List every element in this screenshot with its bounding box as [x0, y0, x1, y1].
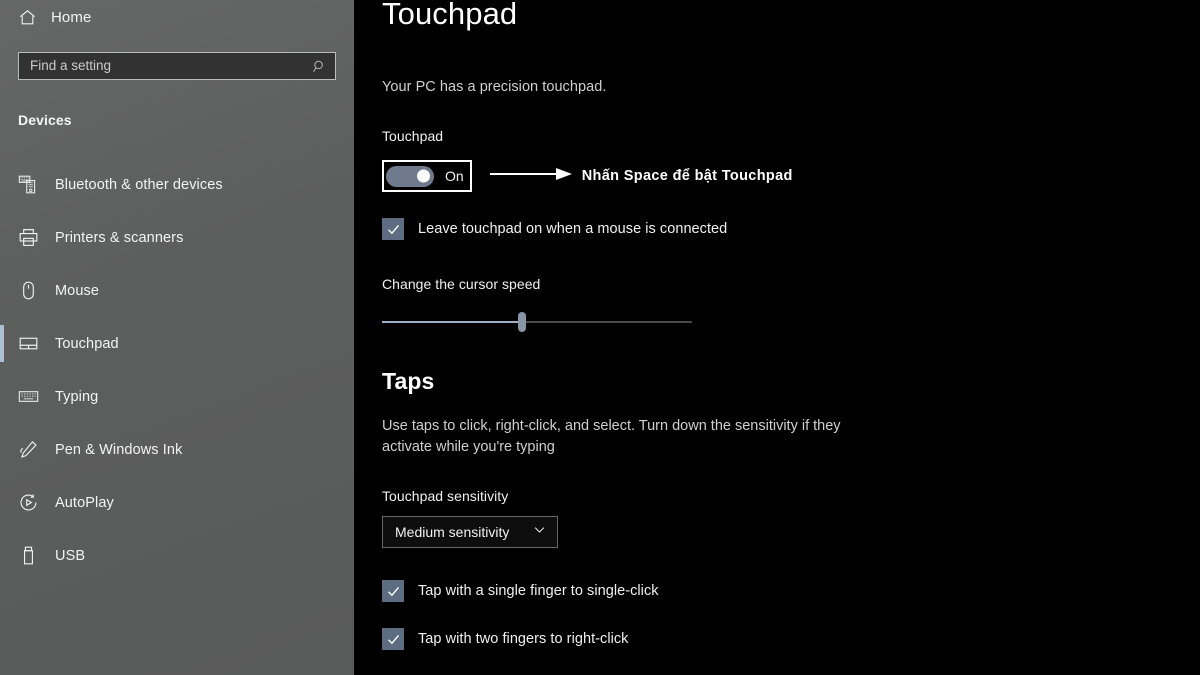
sidebar-item-typing[interactable]: Typing: [0, 370, 354, 423]
sidebar-item-label: Touchpad: [55, 335, 119, 352]
sidebar-item-label: Bluetooth & other devices: [55, 176, 223, 193]
sidebar-item-bluetooth-other-devices[interactable]: Bluetooth & other devices: [0, 158, 354, 211]
sidebar-item-label: Typing: [55, 388, 99, 405]
sidebar-item-label: Printers & scanners: [55, 229, 184, 246]
sidebar-item-label: Mouse: [55, 282, 100, 299]
touchpad-toggle-row: On Nhấn Space để bật Touchpad: [382, 160, 1200, 192]
touchpad-sensitivity-label: Touchpad sensitivity: [382, 488, 509, 504]
sidebar-item-touchpad[interactable]: Touchpad: [0, 317, 354, 370]
tap-single-finger-row[interactable]: Tap with a single finger to single-click: [382, 580, 1200, 602]
tap-two-fingers-row[interactable]: Tap with two fingers to right-click: [382, 628, 1200, 650]
cursor-speed-label: Change the cursor speed: [382, 276, 541, 292]
slider-thumb[interactable]: [517, 312, 526, 332]
sidebar-item-label: Pen & Windows Ink: [55, 441, 183, 458]
search-icon[interactable]: [312, 59, 327, 74]
sidebar-item-autoplay[interactable]: AutoPlay: [0, 476, 354, 529]
touchpad-sensitivity-dropdown[interactable]: Medium sensitivity: [382, 516, 558, 548]
mouse-icon: [18, 280, 39, 301]
tap-option-label: Tap with a single finger to single-click: [418, 583, 659, 599]
tap-option-label: Tap with two fingers to right-click: [418, 631, 629, 647]
page-title: Touchpad: [382, 0, 518, 31]
precision-touchpad-note: Your PC has a precision touchpad.: [382, 79, 607, 95]
home-icon: [18, 8, 37, 27]
search-input[interactable]: Find a setting: [18, 52, 336, 80]
touchpad-sensitivity-value: Medium sensitivity: [395, 524, 510, 540]
annotation-text: Nhấn Space để bật Touchpad: [581, 168, 793, 184]
main-content: Touchpad Your PC has a precision touchpa…: [354, 0, 1200, 675]
tap-single-finger-checkbox[interactable]: [382, 580, 404, 602]
touchpad-toggle[interactable]: On: [382, 160, 472, 192]
sidebar-item-printers-scanners[interactable]: Printers & scanners: [0, 211, 354, 264]
taps-section-description: Use taps to click, right-click, and sele…: [382, 418, 841, 455]
sidebar-nav: Bluetooth & other devices Printers & sca…: [0, 158, 354, 582]
tap-two-fingers-checkbox[interactable]: [382, 628, 404, 650]
search-container: Find a setting: [18, 52, 336, 80]
taps-section-title: Taps: [382, 368, 435, 394]
cursor-speed-slider[interactable]: [382, 310, 692, 334]
sidebar-item-usb[interactable]: USB: [0, 529, 354, 582]
leave-touchpad-on-checkbox-row[interactable]: Leave touchpad on when a mouse is connec…: [382, 218, 1200, 240]
toggle-state-label: On: [445, 168, 464, 184]
printer-icon: [18, 227, 39, 248]
toggle-knob: [417, 169, 430, 183]
touchpad-toggle-label: Touchpad: [382, 128, 444, 144]
settings-window: Home Find a setting Devices Bluetooth & …: [0, 0, 1200, 675]
sidebar: Home Find a setting Devices Bluetooth & …: [0, 0, 354, 675]
home-label: Home: [51, 8, 92, 26]
toggle-switch[interactable]: [386, 165, 434, 187]
autoplay-icon: [18, 492, 39, 513]
pen-icon: [18, 439, 39, 460]
sidebar-item-pen-windows-ink[interactable]: Pen & Windows Ink: [0, 423, 354, 476]
chevron-down-icon: [532, 522, 547, 542]
leave-touchpad-on-label: Leave touchpad on when a mouse is connec…: [418, 221, 728, 237]
annotation-callout: Nhấn Space để bật Touchpad: [489, 166, 793, 187]
bluetooth-devices-icon: [18, 174, 39, 195]
usb-icon: [18, 545, 39, 566]
slider-fill: [382, 321, 522, 323]
sidebar-item-home[interactable]: Home: [0, 0, 354, 34]
arrow-right-icon: [489, 166, 576, 187]
keyboard-icon: [18, 386, 39, 407]
sidebar-item-label: AutoPlay: [55, 494, 114, 511]
sidebar-item-label: USB: [55, 547, 86, 564]
sidebar-item-mouse[interactable]: Mouse: [0, 264, 354, 317]
touchpad-icon: [18, 333, 39, 354]
search-placeholder: Find a setting: [30, 58, 112, 74]
sidebar-group-header: Devices: [18, 112, 72, 128]
leave-touchpad-on-checkbox[interactable]: [382, 218, 404, 240]
tap-options-list: Tap with a single finger to single-click…: [382, 580, 1200, 675]
